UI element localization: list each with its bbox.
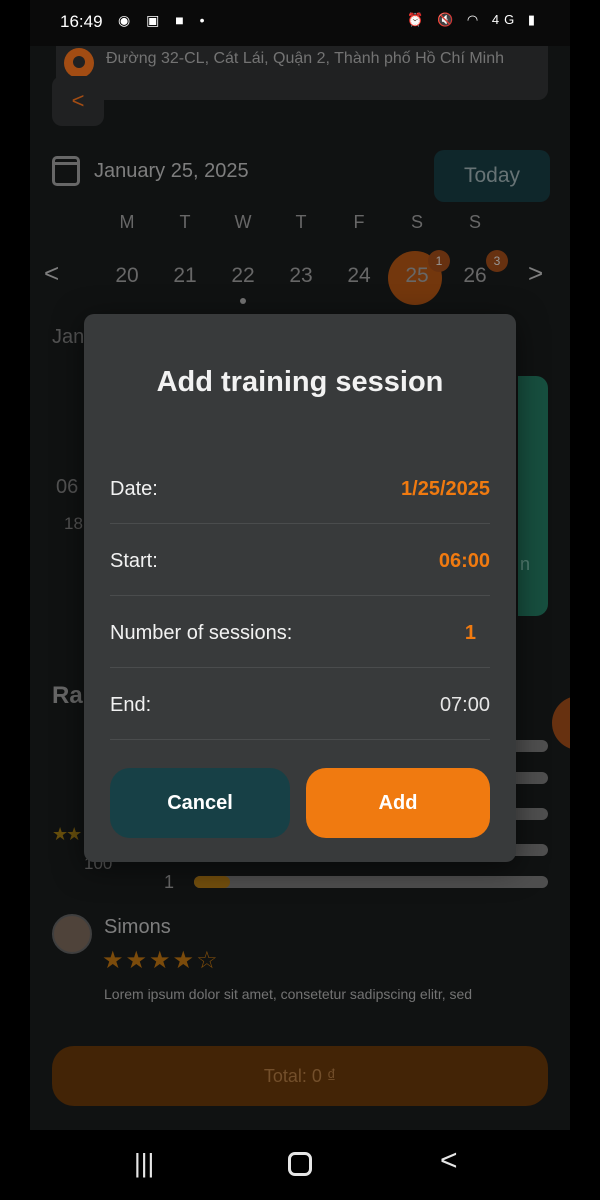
start-label: Start: — [110, 550, 158, 572]
start-value[interactable]: 06:00 — [439, 550, 490, 573]
home-button[interactable] — [288, 1152, 312, 1176]
date-value[interactable]: 1/25/2025 — [401, 478, 490, 501]
date-label: Date: — [110, 478, 158, 500]
system-back-button[interactable]: < — [440, 1144, 458, 1178]
system-nav-bar: ||| < — [30, 1130, 570, 1200]
recent-apps-button[interactable]: ||| — [134, 1148, 154, 1179]
end-value: 07:00 — [439, 694, 490, 716]
end-row: End: 07:00 — [110, 668, 490, 740]
system-status-icons: ⏰ 🔇 ◠ 4G ▮ — [407, 12, 540, 27]
status-bar: 16:49 ◉ ▣ ■ • ⏰ 🔇 ◠ 4G ▮ — [30, 0, 570, 46]
sessions-row[interactable]: Number of sessions: 1 — [110, 596, 490, 668]
sessions-label: Number of sessions: — [110, 622, 293, 644]
start-row[interactable]: Start: 06:00 — [110, 524, 490, 596]
dialog-title: Add training session — [156, 366, 444, 398]
notification-icons: ◉ ▣ ■ • — [118, 12, 211, 28]
add-button[interactable]: Add — [306, 768, 490, 838]
add-training-session-dialog: Add training session Date: 1/25/2025 Sta… — [84, 314, 516, 862]
sessions-value[interactable]: 1 — [465, 622, 476, 645]
cancel-button[interactable]: Cancel — [110, 768, 290, 838]
app-screen: 16:49 ◉ ▣ ■ • ⏰ 🔇 ◠ 4G ▮ Đường 32-CL, Cá… — [30, 0, 570, 1200]
date-row[interactable]: Date: 1/25/2025 — [110, 452, 490, 524]
status-time: 16:49 — [60, 12, 103, 31]
end-label: End: — [110, 694, 152, 716]
